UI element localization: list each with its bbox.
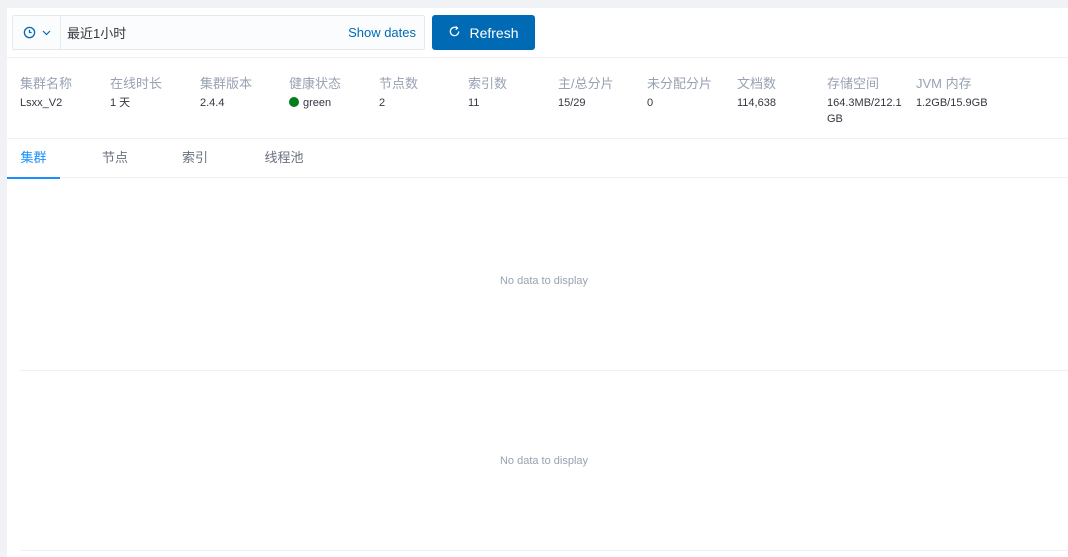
stat-value: 1.2GB/15.9GB xyxy=(916,97,988,109)
tab-indices[interactable]: 索引 xyxy=(175,139,215,178)
stat-label: 在线时长 xyxy=(110,76,163,91)
stat-version: 集群版本 2.4.4 xyxy=(200,73,285,111)
stat-label: 未分配分片 xyxy=(647,76,713,91)
stat-label: 健康状态 xyxy=(289,76,342,91)
stat-value: 1 天 xyxy=(110,97,131,109)
no-data-message: No data to display xyxy=(499,454,589,467)
stat-label: 主/总分片 xyxy=(558,76,614,91)
stat-nodes: 节点数 2 xyxy=(379,73,464,111)
stat-label: 存储空间 xyxy=(827,76,880,91)
chart-panel: No data to display xyxy=(20,371,1068,551)
tab-thread-pool[interactable]: 线程池 xyxy=(259,139,309,178)
refresh-icon xyxy=(448,25,461,41)
stat-health: 健康状态 green xyxy=(289,73,374,111)
stat-value: 2.4.4 xyxy=(200,97,225,109)
stat-shards: 主/总分片 15/29 xyxy=(558,73,643,111)
stat-value: Lsxx_V2 xyxy=(20,97,63,109)
stat-label: 文档数 xyxy=(737,76,777,91)
stat-value: 164.3MB/212.1GB xyxy=(827,97,902,125)
cluster-stats: 集群名称 Lsxx_V2 在线时长 1 天 集群版本 2.4.4 健康状态 gr… xyxy=(7,59,1068,139)
toolbar: 最近1小时 Show dates Refresh xyxy=(7,8,1068,58)
health-status-dot-icon xyxy=(289,97,299,107)
cluster-monitor-page: 最近1小时 Show dates Refresh 集群名称 Lsxx_V2 在线… xyxy=(7,8,1068,557)
stat-value: green xyxy=(289,95,374,111)
stat-value: 11 xyxy=(468,97,480,109)
chart-panel: No data to display xyxy=(20,191,1068,371)
stat-documents: 文档数 114,638 xyxy=(737,73,822,111)
stat-value: 114,638 xyxy=(737,97,776,109)
show-dates-link[interactable]: Show dates xyxy=(348,25,424,40)
tab-cluster[interactable]: 集群 xyxy=(7,139,60,179)
chevron-down-icon xyxy=(42,30,51,36)
stat-value: 0 xyxy=(647,97,654,109)
stat-label: 集群版本 xyxy=(200,76,253,91)
stat-storage: 存储空间 164.3MB/212.1GB xyxy=(827,73,909,127)
stat-cluster-name: 集群名称 Lsxx_V2 xyxy=(20,73,105,111)
stat-label: 索引数 xyxy=(468,76,508,91)
time-range-value[interactable]: 最近1小时 xyxy=(61,23,348,42)
no-data-message: No data to display xyxy=(499,274,589,287)
quick-select-button[interactable] xyxy=(13,16,61,49)
stat-label: JVM 内存 xyxy=(916,76,972,91)
stat-value: 15/29 xyxy=(558,97,586,109)
tabs: 集群 节点 索引 线程池 xyxy=(7,139,1068,179)
stat-label: 节点数 xyxy=(379,76,419,91)
stat-indices: 索引数 11 xyxy=(468,73,553,111)
refresh-button[interactable]: Refresh xyxy=(432,15,535,50)
tab-nodes[interactable]: 节点 xyxy=(95,139,135,178)
stat-jvm-memory: JVM 内存 1.2GB/15.9GB xyxy=(916,73,1016,111)
stat-label: 集群名称 xyxy=(20,76,73,91)
refresh-label: Refresh xyxy=(469,24,519,41)
health-status-text: green xyxy=(303,97,332,109)
stat-unassigned-shards: 未分配分片 0 xyxy=(647,73,732,111)
clock-icon xyxy=(23,26,36,39)
time-range-picker: 最近1小时 Show dates xyxy=(12,15,425,50)
stat-uptime: 在线时长 1 天 xyxy=(110,73,195,111)
stat-value: 2 xyxy=(379,97,386,109)
